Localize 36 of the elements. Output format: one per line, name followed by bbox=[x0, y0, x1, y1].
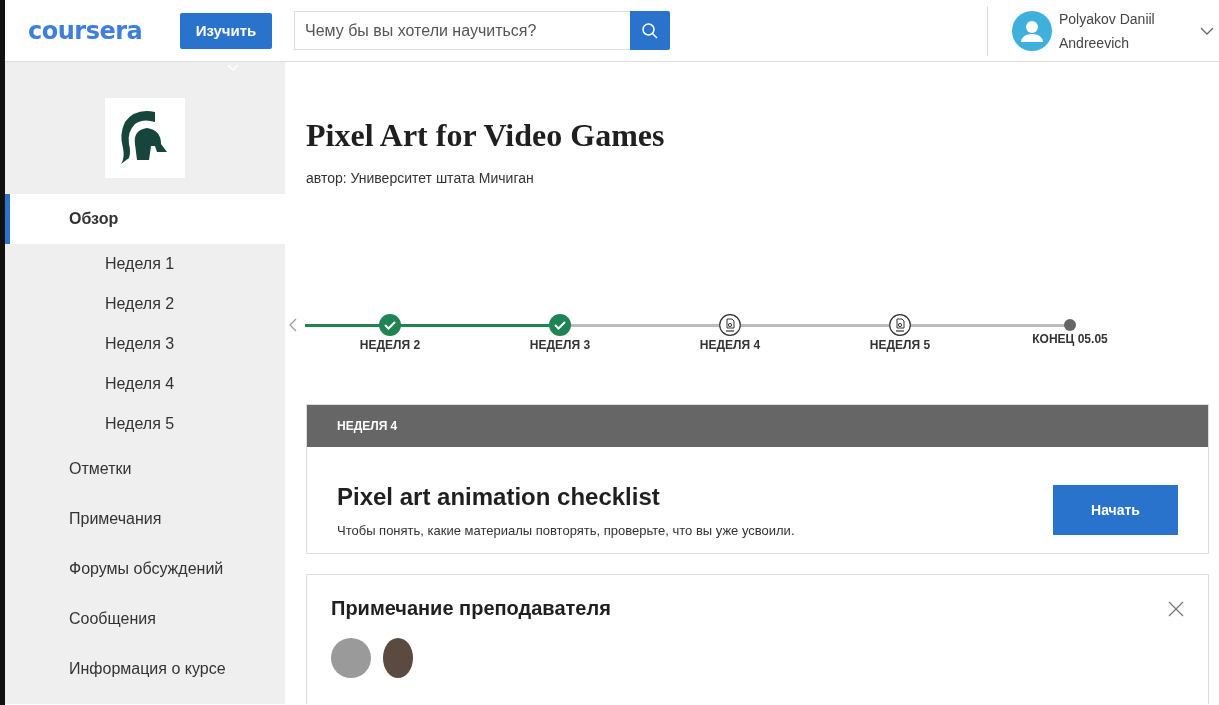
sidebar-item[interactable]: Неделя 1 bbox=[5, 244, 285, 284]
sidebar-item[interactable]: Форумы обсуждений bbox=[5, 544, 285, 594]
search-field[interactable]: Чему бы вы хотели научиться? bbox=[294, 11, 630, 50]
start-button[interactable]: Начать bbox=[1053, 485, 1178, 535]
sidebar-item[interactable]: Неделя 4 bbox=[5, 364, 285, 404]
week-label: НЕДЕЛЯ 4 bbox=[337, 419, 398, 433]
course-title: Pixel Art for Video Games bbox=[306, 117, 666, 154]
sidebar-item[interactable]: Неделя 3 bbox=[5, 324, 285, 364]
user-name[interactable]: Polyakov Daniil bbox=[1059, 6, 1194, 31]
chevron-left-icon[interactable] bbox=[289, 318, 297, 332]
user-name[interactable]: Andreevich bbox=[1059, 30, 1194, 55]
coursera-logo[interactable]: coursera bbox=[28, 16, 180, 45]
timeline-label: НЕДЕЛЯ 5 bbox=[869, 338, 931, 352]
avatar-icon[interactable] bbox=[1012, 10, 1052, 51]
close-icon[interactable] bbox=[1168, 600, 1184, 617]
sidebar-item[interactable]: Неделя 2 bbox=[5, 284, 285, 324]
sidebar-item[interactable]: Обзор bbox=[5, 194, 285, 244]
timeline-label: НЕДЕЛЯ 2 bbox=[359, 338, 421, 352]
note-title: Примечание преподавателя bbox=[331, 597, 611, 620]
sidebar-item[interactable]: Примечания bbox=[5, 494, 285, 544]
caret-icon[interactable] bbox=[1200, 26, 1214, 35]
sidebar-item[interactable]: Информация о курсе bbox=[5, 644, 285, 694]
timeline-label: КОНЕЦ 05.05 bbox=[1032, 332, 1108, 346]
search-button[interactable] bbox=[630, 11, 670, 50]
photo-placeholder bbox=[383, 638, 413, 678]
explore-button[interactable]: Изучить bbox=[180, 12, 272, 49]
item-title: Pixel art animation checklist bbox=[337, 482, 661, 511]
item-description: Чтобы понять, какие материалы повторять, проверьте, что вы уже усвоили. bbox=[337, 522, 796, 538]
timeline-label: НЕДЕЛЯ 4 bbox=[699, 338, 761, 352]
course-author: автор: Университет штата Мичиган bbox=[306, 170, 535, 186]
timeline-label: НЕДЕЛЯ 3 bbox=[529, 338, 591, 352]
sidebar-item[interactable]: Отметки bbox=[5, 444, 285, 494]
search-icon bbox=[641, 21, 659, 40]
photo-placeholder bbox=[331, 638, 371, 678]
sidebar-item[interactable]: Неделя 5 bbox=[5, 404, 285, 444]
sidebar-item[interactable]: Сообщения bbox=[5, 594, 285, 644]
